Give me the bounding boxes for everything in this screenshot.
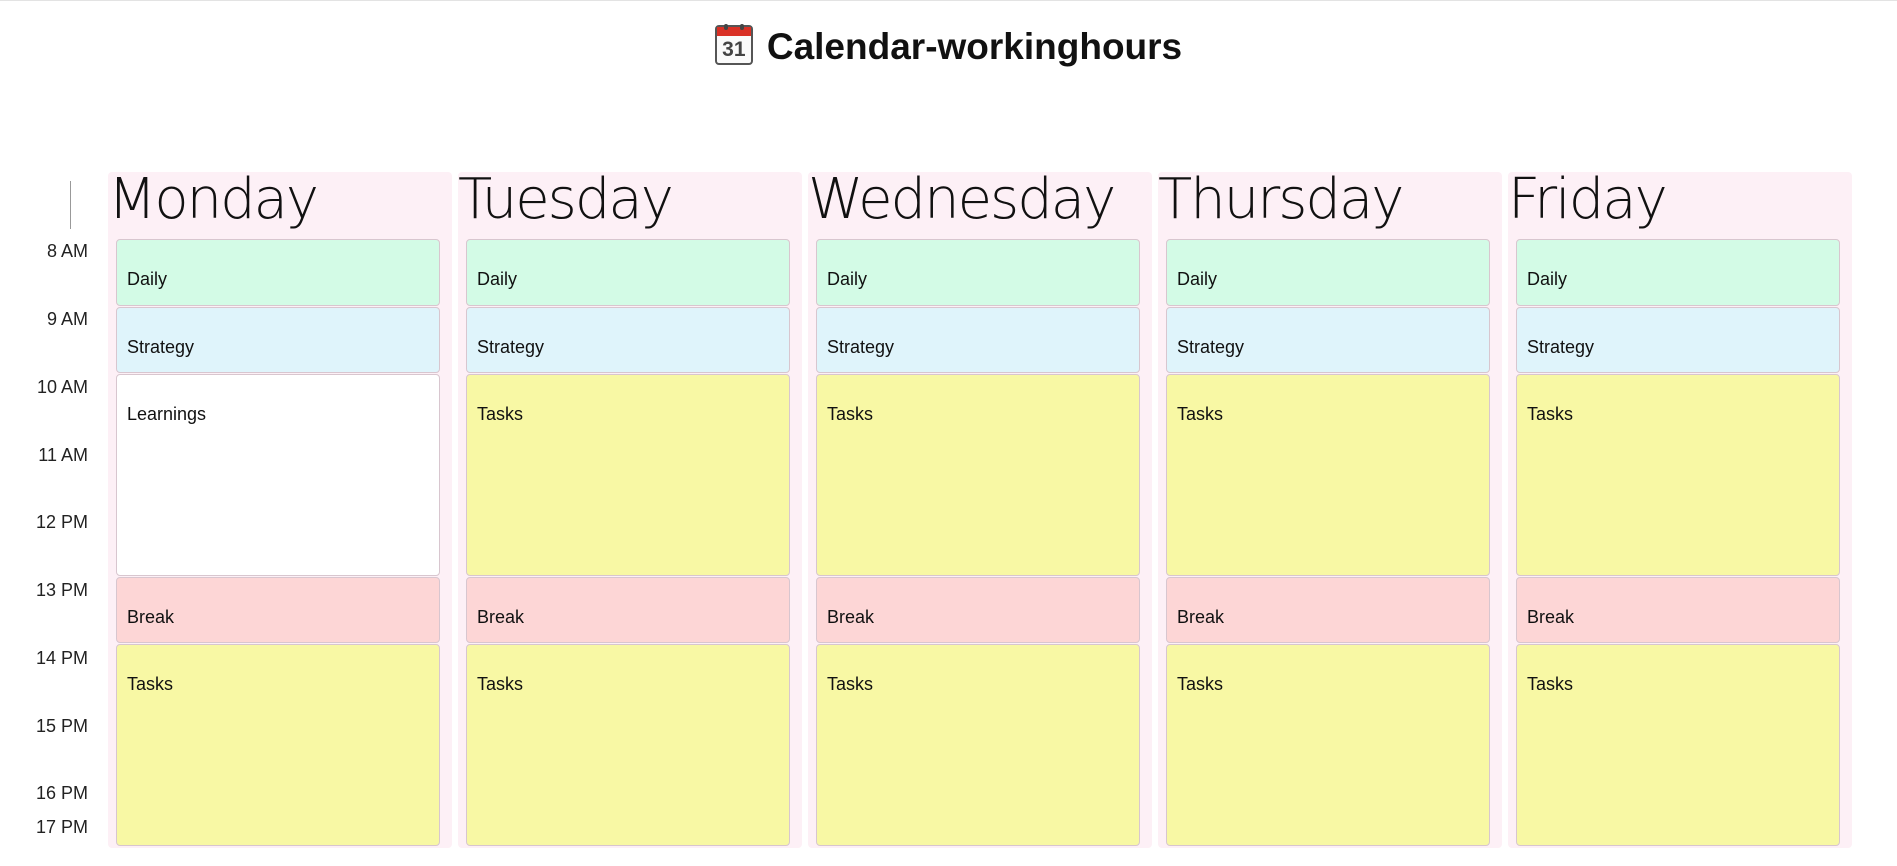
time-axis-marker: [70, 181, 71, 229]
event-tasks[interactable]: Tasks: [1516, 374, 1840, 576]
event-tasks[interactable]: Tasks: [816, 374, 1140, 576]
day-column-friday: Friday Daily Strategy Tasks Break Tasks: [1508, 172, 1852, 848]
time-label: 10 AM: [36, 377, 88, 397]
time-label: 8 AM: [46, 241, 88, 261]
page-title: 31 Calendar-workinghours: [0, 20, 1897, 74]
day-header: Tuesday: [458, 167, 674, 232]
day-column-tuesday: Tuesday Daily Strategy Tasks Break Tasks: [458, 172, 802, 848]
event-strategy[interactable]: Strategy: [466, 307, 790, 373]
event-daily[interactable]: Daily: [1516, 239, 1840, 306]
time-label: 11 AM: [38, 445, 88, 465]
event-daily[interactable]: Daily: [816, 239, 1140, 306]
calendar-icon-number: 31: [722, 38, 746, 61]
event-tasks[interactable]: Tasks: [1166, 644, 1490, 846]
event-strategy[interactable]: Strategy: [816, 307, 1140, 373]
event-daily[interactable]: Daily: [1166, 239, 1490, 306]
event-break[interactable]: Break: [816, 577, 1140, 643]
time-label: 16 PM: [35, 783, 88, 803]
event-strategy[interactable]: Strategy: [1516, 307, 1840, 373]
time-label: 13 PM: [35, 580, 88, 600]
day-column-thursday: Thursday Daily Strategy Tasks Break Tasks: [1158, 172, 1502, 848]
event-break[interactable]: Break: [1516, 577, 1840, 643]
event-tasks[interactable]: Tasks: [1516, 644, 1840, 846]
event-tasks[interactable]: Tasks: [466, 644, 790, 846]
event-tasks[interactable]: Tasks: [816, 644, 1140, 846]
time-label: 15 PM: [35, 716, 88, 736]
event-break[interactable]: Break: [116, 577, 440, 643]
event-tasks[interactable]: Tasks: [116, 644, 440, 846]
time-label: 17 PM: [35, 817, 88, 837]
event-strategy[interactable]: Strategy: [1166, 307, 1490, 373]
top-border: [0, 0, 1897, 1]
page-title-text: Calendar-workinghours: [766, 26, 1183, 67]
time-label: 12 PM: [35, 512, 88, 532]
day-column-wednesday: Wednesday Daily Strategy Tasks Break Tasks: [808, 172, 1152, 848]
calendar-icon: 31: [714, 24, 753, 65]
day-header: Friday: [1508, 167, 1668, 232]
time-label: 14 PM: [35, 648, 88, 668]
day-header: Wednesday: [808, 167, 1116, 232]
event-break[interactable]: Break: [466, 577, 790, 643]
event-strategy[interactable]: Strategy: [116, 307, 440, 373]
day-column-monday: Monday Daily Strategy Learnings Break Tasks: [108, 172, 452, 848]
day-header: Thursday: [1158, 167, 1404, 232]
event-tasks[interactable]: Tasks: [466, 374, 790, 576]
event-tasks[interactable]: Tasks: [1166, 374, 1490, 576]
event-daily[interactable]: Daily: [116, 239, 440, 306]
event-daily[interactable]: Daily: [466, 239, 790, 306]
day-header: Monday: [108, 167, 319, 232]
time-label: 9 AM: [46, 309, 88, 329]
event-break[interactable]: Break: [1166, 577, 1490, 643]
event-learnings[interactable]: Learnings: [116, 374, 440, 576]
